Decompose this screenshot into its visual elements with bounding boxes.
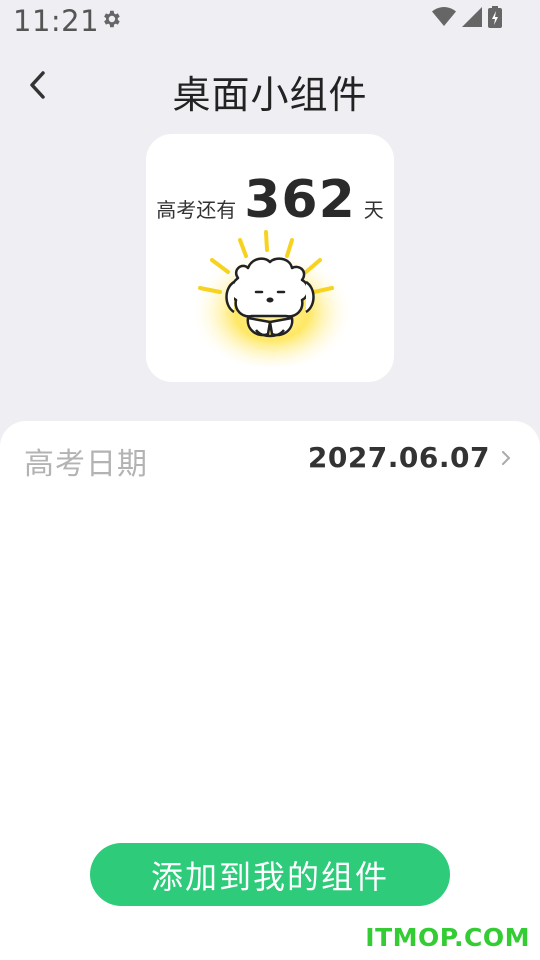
battery-charging-icon	[488, 6, 502, 28]
countdown-prefix: 高考还有	[156, 198, 237, 222]
chevron-right-icon	[500, 449, 512, 467]
wifi-icon	[432, 7, 456, 27]
countdown-unit: 天	[363, 198, 384, 222]
page-title: 桌面小组件	[172, 73, 368, 117]
header: 桌面小组件	[0, 56, 540, 120]
widget-preview-card: 高考还有 362 天	[146, 134, 394, 382]
countdown-days: 362	[244, 170, 356, 230]
dog-mascot-icon	[186, 226, 358, 368]
exam-date-value: 2027.06.07	[307, 441, 490, 474]
status-icons	[432, 6, 502, 28]
exam-date-row[interactable]: 高考日期 2027.06.07	[0, 421, 540, 495]
countdown-line: 高考还有 362 天	[146, 170, 394, 230]
exam-date-label: 高考日期	[24, 447, 148, 482]
add-to-my-widgets-button[interactable]: 添加到我的组件	[90, 843, 450, 906]
watermark: ITMOP.COM	[365, 923, 530, 952]
status-time: 11:21	[13, 4, 100, 38]
gear-icon	[100, 8, 122, 30]
signal-icon	[462, 7, 482, 27]
status-bar: 11:21	[0, 0, 540, 44]
